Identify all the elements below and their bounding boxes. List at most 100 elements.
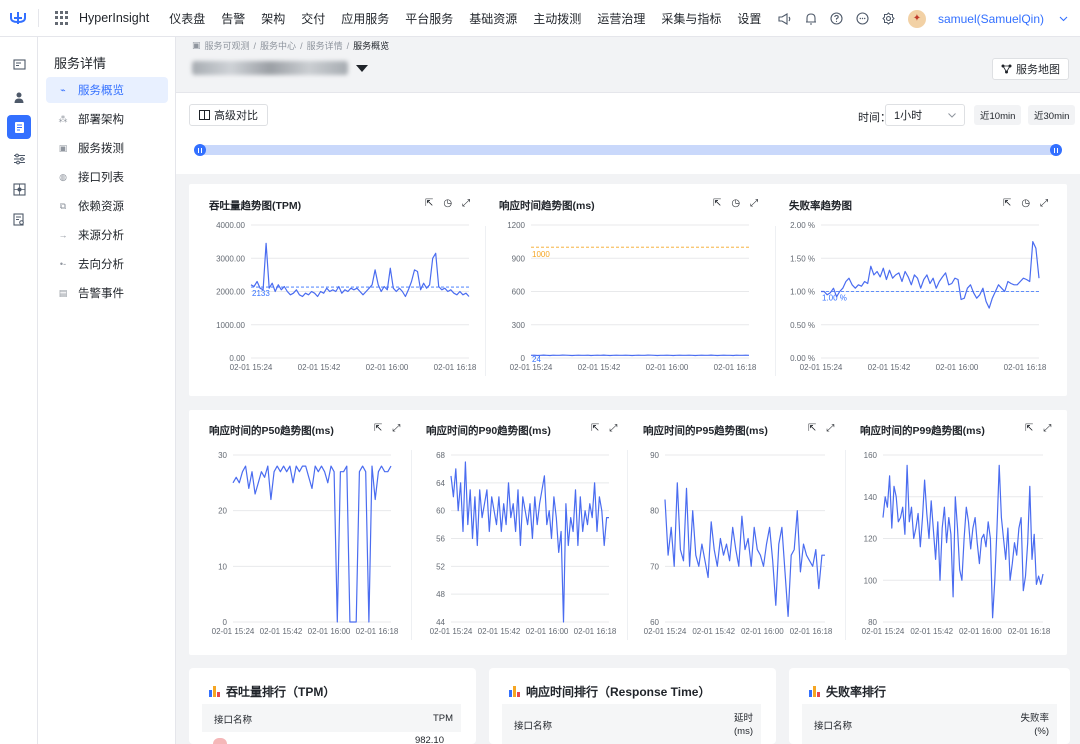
time-range-select[interactable]: 1小时: [885, 104, 965, 126]
y-tick-label: 300: [512, 321, 526, 330]
chart-title-p50: 响应时间的P50趋势图(ms): [209, 425, 334, 437]
service-map-button[interactable]: 服务地图: [992, 58, 1069, 80]
chat-icon[interactable]: [856, 12, 870, 26]
dashboard-icon[interactable]: [7, 53, 31, 77]
rank-title: 响应时间排行（Response Time）: [509, 683, 710, 700]
col-api-name: 接口名称: [214, 715, 253, 726]
menu-item-label: 去向分析: [78, 259, 124, 271]
chart-tools: ⇱ ◷ ⤢: [713, 198, 758, 209]
service-detail-menu: 服务详情 ⌁ 服务概览 ⁂ 部署架构 ▣ 服务拨测 ◍ 接口列表 ⧉ 依赖资源 → 来源分析…: [38, 37, 176, 744]
open-external-icon[interactable]: ⇱: [374, 423, 382, 434]
advanced-compare-button[interactable]: 高级对比: [189, 104, 268, 126]
topology-map-icon: [1001, 64, 1012, 74]
fullscreen-icon[interactable]: ⤢: [826, 423, 834, 434]
quick-range-30min[interactable]: 近30min: [1028, 105, 1076, 125]
avatar[interactable]: ✦: [907, 9, 926, 28]
col-api-name: 接口名称: [514, 721, 553, 732]
fullscreen-icon[interactable]: ⤢: [392, 423, 400, 434]
menu-item-source-analysis[interactable]: → 来源分析: [46, 222, 168, 248]
time-slider-track[interactable]: [200, 145, 1056, 155]
rank-table-header: 接口名称 TPM: [202, 704, 461, 732]
breadcrumb-item[interactable]: 服务可观测: [205, 39, 250, 52]
clock-icon[interactable]: ◷: [1021, 198, 1030, 209]
user-name[interactable]: samuel(SamuelQin): [938, 12, 1044, 26]
menu-item-deployment[interactable]: ⁂ 部署架构: [46, 106, 168, 132]
nav-basic-resource[interactable]: 基础资源: [469, 10, 517, 27]
fullscreen-icon[interactable]: ⤢: [462, 198, 470, 209]
breadcrumb-item[interactable]: 服务详情: [307, 39, 343, 52]
user-location-icon[interactable]: [7, 85, 31, 109]
x-tick-label: 02-01 16:00: [741, 627, 784, 636]
caret-down-icon[interactable]: [356, 64, 368, 72]
breadcrumb-item[interactable]: 服务中心: [260, 39, 296, 52]
logo-icon[interactable]: [0, 0, 36, 37]
nav-dashboard[interactable]: 仪表盘: [169, 10, 205, 27]
brand-name[interactable]: HyperInsight: [79, 11, 149, 25]
open-external-icon[interactable]: ⇱: [591, 423, 599, 434]
chart-p90: 68 64 60 56 52 48 4402-01 15:24 02-01 15:42 02-0…: [430, 451, 617, 636]
rank-title: 失败率排行: [809, 683, 886, 700]
nav-metrics[interactable]: 采集与指标: [661, 10, 721, 27]
rank-table-header: 接口名称 延时 (ms): [502, 704, 761, 744]
chart-tools: ⇱ ⤢: [808, 423, 834, 434]
open-external-icon[interactable]: ⇱: [1003, 198, 1011, 209]
menu-item-target-analysis[interactable]: •- 去向分析: [46, 251, 168, 277]
nav-operations[interactable]: 运营治理: [597, 10, 645, 27]
app-grid-icon[interactable]: [55, 11, 69, 25]
menu-item-dependency[interactable]: ⧉ 依赖资源: [46, 193, 168, 219]
megaphone-icon[interactable]: [778, 12, 792, 26]
nav-alert[interactable]: 告警: [221, 10, 245, 27]
nav-settings[interactable]: 设置: [737, 10, 761, 27]
open-external-icon[interactable]: ⇱: [808, 423, 816, 434]
service-icon[interactable]: [7, 115, 31, 139]
col-failure-rate[interactable]: 失败率 (%): [1020, 712, 1049, 738]
menu-item-overview[interactable]: ⌁ 服务概览: [46, 77, 168, 103]
help-icon[interactable]: [830, 12, 844, 26]
open-external-icon[interactable]: ⇱: [425, 198, 433, 209]
y-tick-label: 48: [436, 590, 445, 599]
bell-icon[interactable]: [804, 12, 818, 26]
rank-title: 吞吐量排行（TPM）: [209, 683, 335, 700]
menu-item-label: 接口列表: [78, 172, 124, 184]
x-tick-label: 02-01 15:42: [868, 363, 911, 372]
nav-architecture[interactable]: 架构: [261, 10, 285, 27]
nav-platform-service[interactable]: 平台服务: [405, 10, 453, 27]
nav-active-probe[interactable]: 主动拨测: [533, 10, 581, 27]
menu-item-probe[interactable]: ▣ 服务拨测: [46, 135, 168, 161]
fullscreen-icon[interactable]: ⤢: [1040, 198, 1048, 209]
gear-icon[interactable]: [882, 12, 896, 26]
settings-sliders-icon[interactable]: [7, 147, 31, 171]
service-selector[interactable]: [192, 57, 368, 79]
fullscreen-icon[interactable]: ⤢: [1043, 423, 1051, 434]
y-tick-label: 52: [436, 562, 445, 571]
nav-delivery[interactable]: 交付: [301, 10, 325, 27]
x-tick-label: 02-01 15:24: [212, 627, 255, 636]
menu-item-api-list[interactable]: ◍ 接口列表: [46, 164, 168, 190]
x-tick-label: 02-01 16:18: [714, 363, 757, 372]
time-range-value: 1小时: [894, 110, 923, 122]
source-icon: →: [58, 230, 68, 240]
rank-title-text: 失败率排行: [826, 685, 887, 699]
col-latency[interactable]: 延时 (ms): [734, 712, 753, 738]
clock-icon[interactable]: ◷: [443, 198, 452, 209]
x-tick-label: 02-01 16:18: [356, 627, 399, 636]
report-icon[interactable]: [7, 207, 31, 231]
nav-app-service[interactable]: 应用服务: [341, 10, 389, 27]
fullscreen-icon[interactable]: ⤢: [750, 198, 758, 209]
fullscreen-icon[interactable]: ⤢: [609, 423, 617, 434]
topology-icon[interactable]: [7, 177, 31, 201]
time-slider-handle-start[interactable]: [194, 144, 206, 156]
open-external-icon[interactable]: ⇱: [713, 198, 721, 209]
bar-chart-icon: [209, 686, 220, 697]
menu-item-alert-events[interactable]: ▤ 告警事件: [46, 280, 168, 306]
col-tpm[interactable]: TPM: [433, 712, 453, 725]
chevron-down-icon[interactable]: [1056, 12, 1070, 26]
chart-title-failure-rate: 失败率趋势图: [789, 200, 852, 212]
quick-range-10min[interactable]: 近10min: [974, 105, 1022, 125]
time-slider-handle-end[interactable]: [1050, 144, 1062, 156]
x-tick-label: 02-01 16:18: [574, 627, 617, 636]
x-tick-label: 02-01 16:00: [959, 627, 1002, 636]
clock-icon[interactable]: ◷: [731, 198, 740, 209]
rank-value: 982.10: [414, 735, 444, 744]
open-external-icon[interactable]: ⇱: [1025, 423, 1033, 434]
